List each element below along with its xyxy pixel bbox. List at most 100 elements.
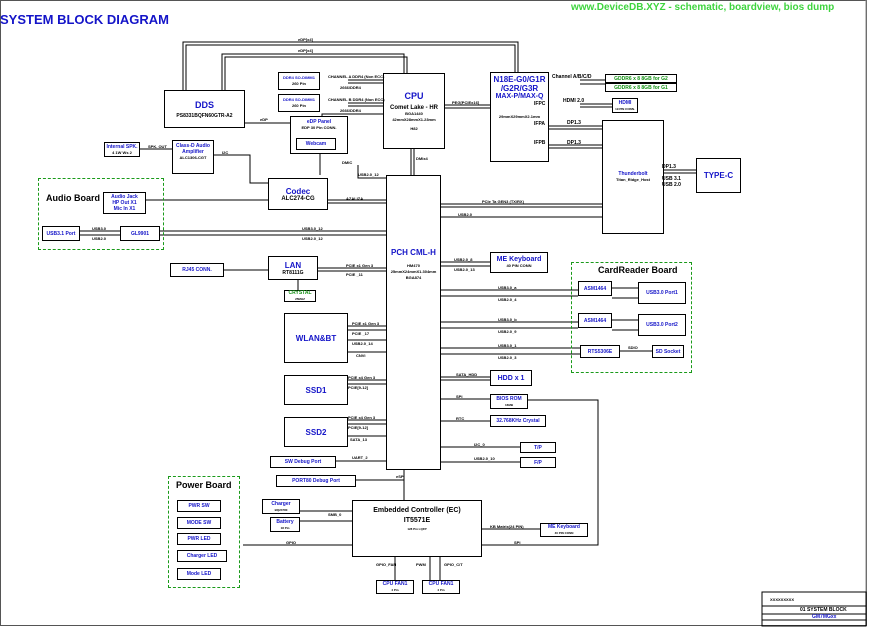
sig-sata13: SATA_13: [350, 437, 367, 442]
gl9901-block: GL9901: [120, 226, 160, 241]
sig-rtc: RTC: [456, 416, 465, 421]
lan-title: LAN: [284, 260, 302, 270]
xtal: 32.768KHz Crystal: [496, 418, 540, 424]
sig-i2c: I2C: [222, 150, 229, 155]
usb31-port: USB3.1 Port: [46, 230, 76, 237]
hdmi-block: HDMI 19 PIN CONN.: [612, 98, 638, 113]
sig-gpio: GPIO: [286, 540, 297, 545]
sig-spi2: SPI: [514, 540, 521, 545]
sig-i2c-tp: I2C_0: [474, 442, 485, 447]
gddr-g2-block: GDDR6 x 8 8GB for G2: [605, 74, 677, 83]
pch-l3: BGA874: [405, 275, 422, 280]
gpu-l2: /G2R/G3R: [500, 84, 539, 93]
gpu-l4: 29mmX29mmX2.1mm: [498, 114, 541, 119]
sd: SD Socket: [655, 348, 681, 355]
amp-block: Class-D Audio Amplifier ALC1306-CGT: [172, 140, 214, 174]
sig-ch-b: CHANNEL B DDR4 (Non ECC): [328, 97, 385, 102]
amp-l3: ALC1306-CGT: [179, 155, 207, 160]
sig-usb2-14: USB2.0_14: [352, 341, 373, 346]
me-kb-bot-sub: 40 PIN CONN: [554, 531, 574, 535]
battery-block: Battery 18 Pin: [270, 517, 300, 532]
sig-usb2-13: USB2.0_13: [454, 267, 475, 272]
rj45-block: RJ45 CONN.: [170, 263, 224, 277]
sig-pwm: PWM: [416, 562, 426, 567]
sig-ch-a: CHANNEL A DDR4 (Non ECC): [328, 74, 385, 79]
ddr-a-l2: 260 Pin: [291, 81, 306, 86]
me-keyboard-bottom-block: ME Keyboard 40 PIN CONN: [540, 523, 588, 537]
usb30-port2-block: USB3.0 Port2: [638, 314, 686, 336]
gpu-ifpa: IFPA: [534, 121, 546, 127]
typec-title: TYPE-C: [703, 171, 734, 180]
sig-gpio-c: GPIO_C/T: [444, 562, 463, 567]
sig-kbm: KB Matrix(24 PIN): [490, 524, 524, 529]
watermark: www.DeviceDB.XYZ - schematic, boardview,…: [571, 2, 835, 13]
sig-usb2-12: USB2.0_12: [358, 172, 379, 177]
asm1464-2-block: ASM1464: [578, 313, 612, 328]
sig-usb2-4: USB2.0_4: [498, 297, 517, 302]
asm1: ASM1464: [583, 285, 607, 292]
usb31-port-block: USB3.1 Port: [42, 226, 80, 241]
jack-l3: Mic In X1: [113, 206, 136, 212]
sig-pcie-s2b: PCIE[9-12]: [348, 425, 369, 430]
sig-edp-top1: eDP[x4]: [298, 37, 313, 42]
sig-u20-12: USB2.0_12: [302, 236, 323, 241]
typec-block: TYPE-C: [696, 158, 741, 193]
wlan-title: WLAN&BT: [295, 333, 337, 343]
sig-hda: AZALIZA: [346, 196, 364, 201]
ddr-b-l2: 260 Pin: [291, 103, 306, 108]
pwr-led-block: PWR LED: [177, 533, 221, 545]
port80-block: PORT80 Debug Port: [276, 475, 356, 487]
gddr-g1: GDDR6 x 8 8GB for G1: [614, 84, 668, 91]
sig-u20: USB2.0: [92, 236, 107, 241]
sig-edp-l: eDP: [260, 117, 268, 122]
gl9901: GL9901: [130, 230, 150, 237]
crystal-block: CRYSTAL 25MHZ: [284, 290, 316, 302]
tb-sub: Titan_Ridge_Host: [616, 177, 650, 182]
usb30-port1-block: USB3.0 Port1: [638, 282, 686, 304]
cpu-fan2-block: CPU FAN1 4 Pin: [422, 580, 460, 594]
sig-peg: PEG[PCIEx16]: [452, 100, 480, 105]
me-keyboard-top-block: ME Keyboard 40 PIN CONN: [490, 252, 548, 273]
chg-led: Charger LED: [186, 553, 218, 559]
cpu-block: CPU Comet Lake - HR BGA1440 42mmX28mmX1.…: [383, 73, 445, 149]
page-title: SYSTEM BLOCK DIAGRAM: [0, 12, 169, 27]
sig-usb3-a: USB3.0_a: [498, 285, 517, 290]
sig-pcie-lan: PCIE x1 Gen 3: [346, 263, 374, 268]
sig-dp13c: DP1.3: [662, 164, 676, 170]
charger-block: Charger BQ24780: [262, 499, 300, 514]
sig-pcie-s2: PCIE x4 Gen 3: [348, 415, 376, 420]
thunderbolt-block: Thunderbolt Titan_Ridge_Host: [602, 120, 664, 234]
sig-spi: SPI: [456, 394, 463, 399]
ssd2-block: SSD2: [284, 417, 348, 447]
sig-dmic: DMIC: [342, 160, 353, 165]
me-kb-top-sub: 40 PIN CONN: [506, 263, 532, 268]
mode-sw: MODE SW: [186, 520, 212, 526]
ec-part: IT5571E: [403, 517, 431, 524]
gpu-ifpc: IFPC: [534, 101, 546, 107]
pwr-led: PWR LED: [187, 536, 211, 542]
pch-title: PCH CML-H: [391, 248, 436, 257]
touchpad-block: T/P: [520, 442, 556, 453]
sig-lan-11: PCIE _11: [346, 272, 363, 277]
sig-gpio-fan: GPIO_FAN: [376, 562, 397, 567]
cpu-l3: 42mmX28mmX1.23mm: [392, 116, 436, 122]
asm2: ASM1464: [583, 317, 607, 324]
lan-block: LAN RT8111G: [268, 256, 318, 280]
sig-dmi: DMIx4: [416, 156, 428, 161]
sig-usb2-9: USB2.0_9: [498, 329, 517, 334]
mode-sw-block: MODE SW: [177, 517, 221, 529]
sig-usb2-8: USB2.0_8: [454, 257, 473, 262]
sig-usb2-tb: USB2.0: [458, 212, 473, 217]
port80: PORT80 Debug Port: [292, 478, 340, 484]
sd-socket-block: SD Socket: [652, 345, 684, 358]
sig-spk: SPK. OUT: [148, 144, 167, 149]
sig-usb3-b: USB3.0_b: [498, 317, 517, 322]
lan-part: RT8111G: [282, 269, 304, 276]
ssd1-title: SSD1: [305, 385, 327, 395]
fp: F/P: [534, 459, 542, 466]
audio-board-label: Audio Board: [46, 193, 100, 203]
sig-sata-hdd: SATA_HDD: [456, 372, 478, 377]
sig-usb2-3: USB2.0_3: [498, 355, 517, 360]
usb30-p2: USB3.0 Port2: [646, 322, 678, 328]
codec-part: ALC274-CG: [281, 195, 315, 202]
